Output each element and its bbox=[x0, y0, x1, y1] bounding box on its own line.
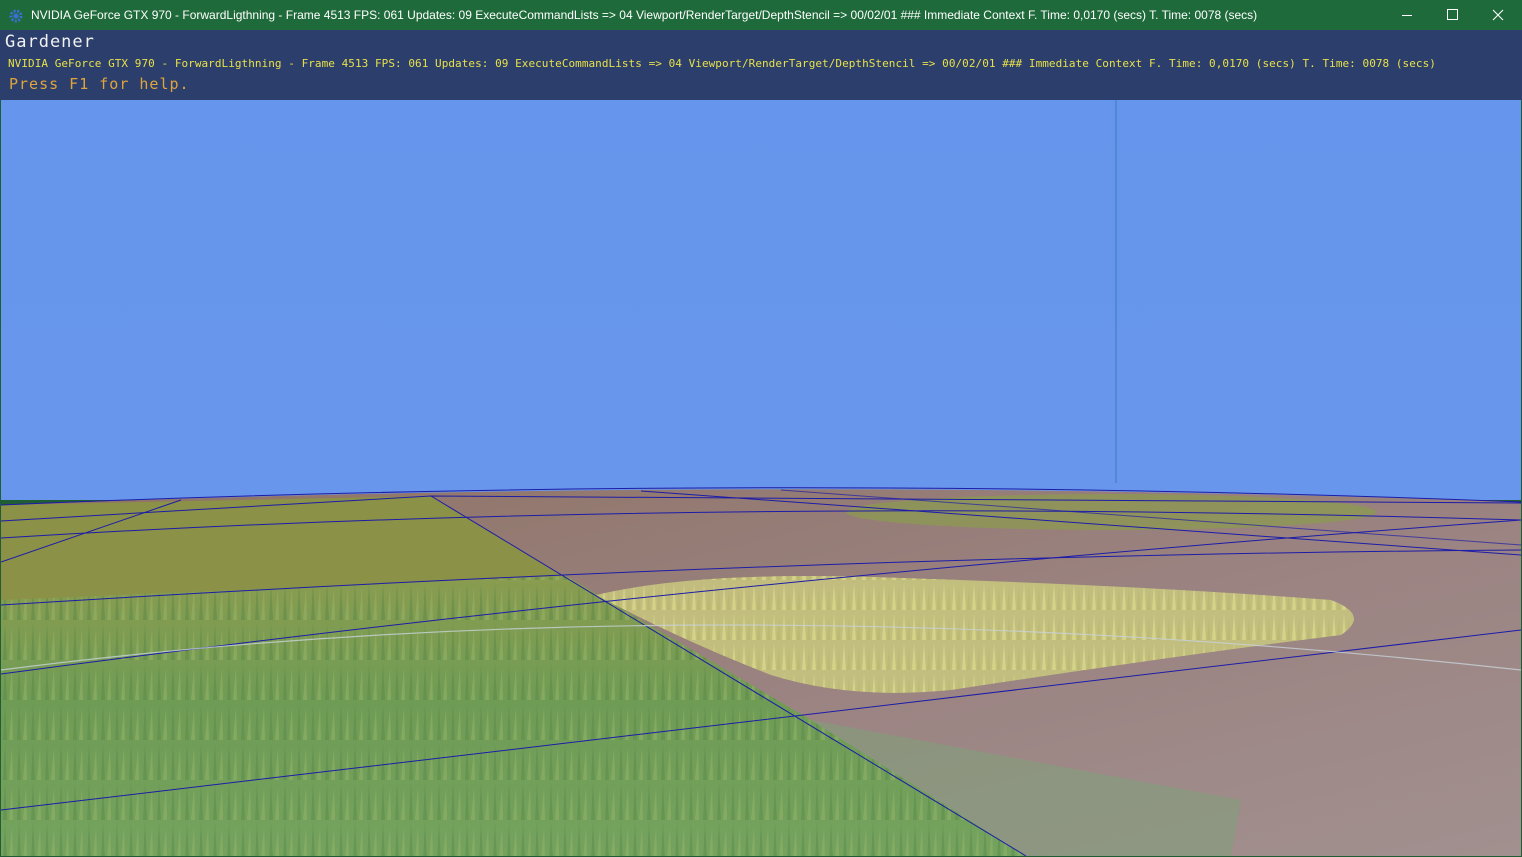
maximize-button[interactable] bbox=[1430, 0, 1476, 30]
hud-help-hint: Press F1 for help. bbox=[9, 75, 190, 93]
scene-render bbox=[1, 100, 1521, 856]
gear-icon bbox=[9, 8, 23, 23]
minimize-icon bbox=[1402, 15, 1412, 16]
3d-viewport[interactable] bbox=[1, 100, 1521, 856]
close-button[interactable] bbox=[1476, 0, 1522, 30]
window-title: NVIDIA GeForce GTX 970 - ForwardLigthnin… bbox=[31, 8, 1258, 22]
minimize-button[interactable] bbox=[1384, 0, 1430, 30]
window-titlebar[interactable]: NVIDIA GeForce GTX 970 - ForwardLigthnin… bbox=[0, 0, 1522, 30]
hud-stats: NVIDIA GeForce GTX 970 - ForwardLigthnin… bbox=[8, 57, 1436, 70]
sky bbox=[1, 100, 1521, 500]
hud-overlay: Gardener NVIDIA GeForce GTX 970 - Forwar… bbox=[0, 30, 1522, 100]
close-icon bbox=[1492, 9, 1504, 21]
maximize-icon bbox=[1447, 9, 1458, 20]
hud-title: Gardener bbox=[5, 32, 95, 52]
